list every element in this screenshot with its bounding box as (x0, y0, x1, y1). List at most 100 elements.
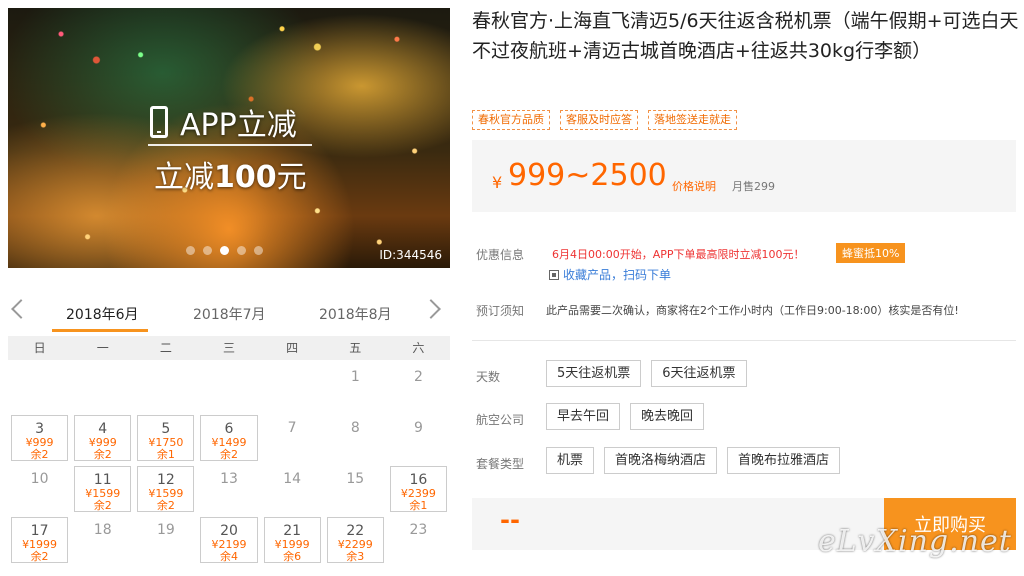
day-number: 6 (224, 421, 234, 437)
day-number: 21 (283, 523, 302, 539)
day-number: 7 (287, 420, 297, 436)
day-remaining: 余1 (156, 448, 175, 461)
product-id: ID:344546 (379, 248, 442, 262)
calendar-day-box: 7 (264, 415, 321, 461)
days-options: 5天往返机票 6天往返机票 (546, 360, 747, 387)
day-number: 1 (350, 369, 360, 385)
calendar-weekday-header: 日 一 二 三 四 五 六 (8, 336, 450, 360)
calendar-day-box: 20 ¥2199 余4 (200, 517, 258, 563)
calendar-day-box: 14 (264, 466, 321, 512)
section-divider (472, 340, 1016, 341)
calendar-day: 10 (8, 464, 71, 514)
calendar-month-tab[interactable]: 2018年6月 (66, 304, 139, 324)
hero-app-text: APP立减 (180, 108, 297, 143)
calendar-day-box: 19 (137, 517, 194, 563)
calendar-day: 18 (71, 515, 134, 565)
calendar-day-available[interactable]: 11 ¥1599 余2 (71, 464, 134, 514)
product-hero-image[interactable]: APP立减 立减100元 ID:344546 (8, 8, 450, 268)
carousel-dots[interactable] (186, 246, 263, 255)
calendar-day-available[interactable]: 5 ¥1750 余1 (134, 413, 197, 463)
calendar-day-box: 9 (390, 415, 447, 461)
day-remaining: 余2 (93, 499, 112, 512)
calendar-day: 9 (387, 413, 450, 463)
calendar-day-box: 10 (11, 466, 68, 512)
calendar-day: 8 (324, 413, 387, 463)
weekday-label: 三 (222, 341, 235, 355)
weekday-label: 一 (96, 341, 109, 355)
favorite-scan-link[interactable]: 收藏产品，扫码下单 (549, 266, 671, 283)
calendar-day-available[interactable]: 16 ¥2399 余1 (387, 464, 450, 514)
option-lomena-hotel[interactable]: 首晚洛梅纳酒店 (604, 447, 718, 474)
calendar-day-available[interactable]: 20 ¥2199 余4 (197, 515, 260, 565)
calendar-day-available[interactable]: 21 ¥1999 余6 (261, 515, 324, 565)
honey-badge: 蜂蜜抵10% (836, 243, 906, 263)
day-number: 19 (156, 522, 175, 538)
day-remaining: 余2 (30, 550, 49, 563)
notice-text: 此产品需要二次确认，商家将在2个工作小时内（工作日9:00-18:00）核实是否… (546, 304, 959, 317)
day-number: 14 (283, 471, 302, 487)
price-range: 999~2500 (508, 158, 667, 193)
weekday-label: 四 (286, 341, 299, 355)
carousel-dot[interactable] (237, 246, 246, 255)
calendar-day-box (200, 364, 257, 410)
notice-label: 预订须知 (476, 304, 525, 318)
price-box: ¥ 999~2500 价格说明 月售299 (472, 140, 1016, 212)
calendar-day-box: 13 (200, 466, 257, 512)
day-remaining: 余4 (219, 550, 238, 563)
calendar-day-box (137, 364, 194, 410)
calendar-day-box: 12 ¥1599 余2 (137, 466, 195, 512)
carousel-dot[interactable] (254, 246, 263, 255)
weekday-label: 六 (412, 341, 425, 355)
day-remaining: 余1 (409, 499, 428, 512)
weekday-label: 五 (349, 341, 362, 355)
airline-options: 早去午回 晚去晚回 (546, 403, 705, 430)
option-early-go-noon-return[interactable]: 早去午回 (546, 403, 621, 430)
option-6-day[interactable]: 6天往返机票 (651, 360, 747, 387)
calendar-day-available[interactable]: 4 ¥999 余2 (71, 413, 134, 463)
calendar-month-tab[interactable]: 2018年8月 (319, 304, 392, 324)
calendar-day-box: 8 (327, 415, 384, 461)
total-price: -- (500, 506, 520, 534)
calendar-day: 7 (261, 413, 324, 463)
calendar-day-available[interactable]: 17 ¥1999 余2 (8, 515, 71, 565)
day-number: 17 (30, 523, 49, 539)
carousel-dot-active[interactable] (220, 246, 229, 255)
active-month-indicator (52, 329, 148, 332)
calendar-day-box (264, 364, 321, 410)
chevron-right-icon[interactable] (421, 299, 441, 319)
calendar-day-box: 3 ¥999 余2 (11, 415, 69, 461)
calendar-day-box: 22 ¥2299 余3 (326, 517, 384, 563)
calendar-day (261, 362, 324, 412)
calendar-day-available[interactable]: 6 ¥1499 余2 (197, 413, 260, 463)
calendar-month-tab[interactable]: 2018年7月 (193, 304, 266, 324)
monthly-sales: 月售299 (732, 180, 775, 193)
calendar-day-box: 4 ¥999 余2 (74, 415, 132, 461)
calendar-day-box: 21 ¥1999 余6 (263, 517, 321, 563)
option-late-go-late-return[interactable]: 晚去晚回 (630, 403, 705, 430)
phone-icon (150, 106, 168, 138)
calendar-day: 23 (387, 515, 450, 565)
day-number: 22 (346, 523, 365, 539)
calendar-day-available[interactable]: 12 ¥1599 余2 (134, 464, 197, 514)
qr-code-icon (549, 269, 559, 280)
package-label: 套餐类型 (476, 457, 525, 471)
chevron-left-icon[interactable] (11, 299, 31, 319)
weekday-label: 二 (159, 341, 172, 355)
carousel-dot[interactable] (186, 246, 195, 255)
currency-symbol: ¥ (492, 173, 503, 192)
calendar-day-available[interactable]: 22 ¥2299 余3 (324, 515, 387, 565)
option-buraya-hotel[interactable]: 首晚布拉雅酒店 (727, 447, 841, 474)
day-remaining: 余2 (219, 448, 238, 461)
day-number: 9 (413, 420, 423, 436)
carousel-dot[interactable] (203, 246, 212, 255)
calendar-day: 13 (197, 464, 260, 514)
calendar-day-box: 18 (74, 517, 131, 563)
calendar-day-box: 1 (327, 364, 384, 410)
package-options: 机票 首晚洛梅纳酒店 首晚布拉雅酒店 (546, 447, 841, 474)
calendar-day-available[interactable]: 3 ¥999 余2 (8, 413, 71, 463)
favorite-scan-label[interactable]: 收藏产品，扫码下单 (563, 266, 671, 283)
option-5-day[interactable]: 5天往返机票 (546, 360, 642, 387)
price-note-link[interactable]: 价格说明 (672, 178, 716, 194)
calendar-day: 14 (261, 464, 324, 514)
option-ticket-only[interactable]: 机票 (546, 447, 595, 474)
